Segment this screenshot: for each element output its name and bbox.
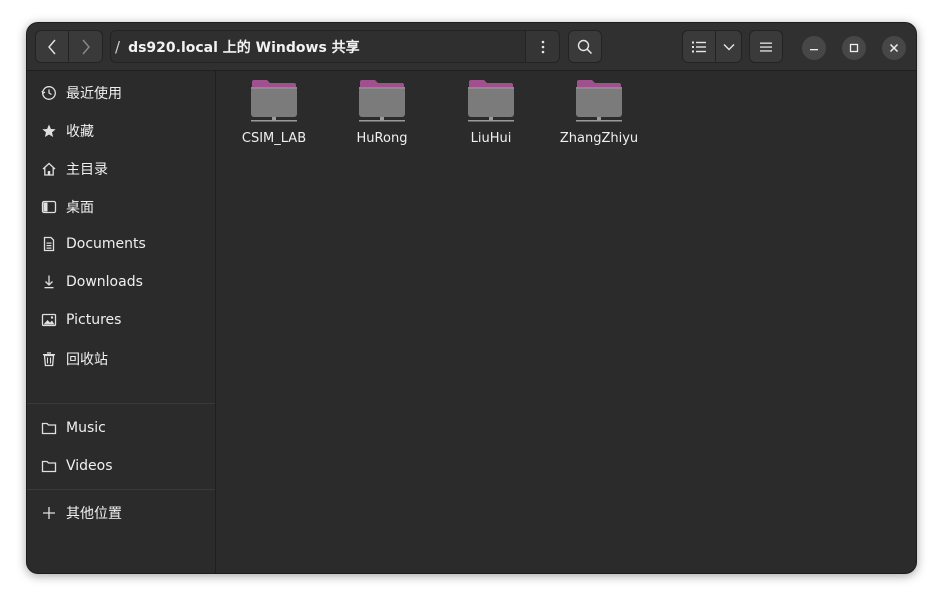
star-icon xyxy=(40,122,58,140)
view-options-dropdown[interactable] xyxy=(716,30,742,63)
maximize-button[interactable] xyxy=(842,36,866,60)
chevron-down-icon xyxy=(723,43,734,50)
sidebar-item-desktop[interactable]: 桌面 xyxy=(27,189,215,225)
sidebar-item-downloads[interactable]: Downloads xyxy=(27,264,215,300)
path-bar[interactable]: / ds920.local 上的 Windows 共享 xyxy=(110,30,560,63)
path-current-location[interactable]: ds920.local 上的 Windows 共享 xyxy=(128,37,525,57)
sidebar-item-label: 收藏 xyxy=(66,124,94,140)
sidebar-item-label: Pictures xyxy=(66,312,122,328)
maximize-icon xyxy=(849,43,859,53)
hamburger-menu-icon xyxy=(760,42,772,52)
close-icon xyxy=(889,43,899,53)
sidebar-separator xyxy=(27,489,215,490)
list-view-button[interactable] xyxy=(682,30,716,63)
network-folder-icon xyxy=(359,80,405,122)
folder-name: CSIM_LAB xyxy=(241,131,307,146)
document-icon xyxy=(40,235,58,253)
close-button[interactable] xyxy=(882,36,906,60)
sidebar-item-label: Documents xyxy=(66,236,146,252)
home-icon xyxy=(40,160,58,178)
sidebar-item-documents[interactable]: Documents xyxy=(27,226,215,262)
folder-name: HuRong xyxy=(356,131,408,146)
download-icon xyxy=(40,273,58,291)
sidebar: 最近使用 收藏 主目录 桌面 Documents Downloads Pictu… xyxy=(27,71,216,573)
header-bar: / ds920.local 上的 Windows 共享 xyxy=(27,23,916,71)
plus-icon xyxy=(40,504,58,522)
sidebar-item-label: 最近使用 xyxy=(66,86,122,102)
desktop-icon xyxy=(40,198,58,216)
sidebar-item-label: 主目录 xyxy=(66,162,108,178)
folder-view: CSIM_LAB HuRong LiuHui ZhangZhiyu xyxy=(217,71,916,573)
sidebar-separator xyxy=(27,403,215,404)
chevron-left-icon xyxy=(48,39,56,54)
list-view-icon xyxy=(692,41,706,52)
network-folder-icon xyxy=(576,80,622,122)
main-menu-button[interactable] xyxy=(749,30,783,63)
sidebar-item-videos[interactable]: Videos xyxy=(27,448,215,484)
sidebar-item-label: Videos xyxy=(66,458,113,474)
sidebar-item-pictures[interactable]: Pictures xyxy=(27,302,215,338)
folder-icon xyxy=(40,419,58,437)
sidebar-item-starred[interactable]: 收藏 xyxy=(27,113,215,149)
folder-item[interactable]: CSIM_LAB xyxy=(226,79,322,157)
sidebar-item-label: Downloads xyxy=(66,274,143,290)
folder-icon xyxy=(40,457,58,475)
network-folder-icon xyxy=(251,80,297,122)
path-root[interactable]: / xyxy=(111,38,128,56)
sidebar-item-music[interactable]: Music xyxy=(27,410,215,446)
search-button[interactable] xyxy=(568,30,602,63)
sidebar-item-label: 桌面 xyxy=(66,200,94,216)
sidebar-item-label: 回收站 xyxy=(66,352,108,368)
sidebar-item-trash[interactable]: 回收站 xyxy=(27,341,215,377)
chevron-right-icon xyxy=(81,39,90,54)
folder-item[interactable]: ZhangZhiyu xyxy=(551,79,647,157)
minimize-icon xyxy=(810,49,818,51)
folder-name: ZhangZhiyu xyxy=(559,131,639,146)
sidebar-item-label: Music xyxy=(66,420,106,436)
folder-item[interactable]: LiuHui xyxy=(443,79,539,157)
clock-icon xyxy=(40,84,58,102)
trash-icon xyxy=(40,350,58,368)
back-button[interactable] xyxy=(35,30,69,63)
sidebar-item-other-locations[interactable]: 其他位置 xyxy=(27,495,215,531)
picture-icon xyxy=(40,311,58,329)
minimize-button[interactable] xyxy=(802,36,826,60)
file-manager-window: / ds920.local 上的 Windows 共享 最近使用 收藏 主目录 … xyxy=(26,22,917,574)
folder-item[interactable]: HuRong xyxy=(334,79,430,157)
sidebar-item-home[interactable]: 主目录 xyxy=(27,151,215,187)
vertical-dots-icon xyxy=(541,40,544,53)
sidebar-item-recent[interactable]: 最近使用 xyxy=(27,75,215,111)
forward-button[interactable] xyxy=(69,30,103,63)
network-folder-icon xyxy=(468,80,514,122)
sidebar-item-label: 其他位置 xyxy=(66,506,122,522)
folder-name: LiuHui xyxy=(470,131,512,146)
search-icon xyxy=(577,39,593,54)
path-menu-button[interactable] xyxy=(525,31,559,62)
